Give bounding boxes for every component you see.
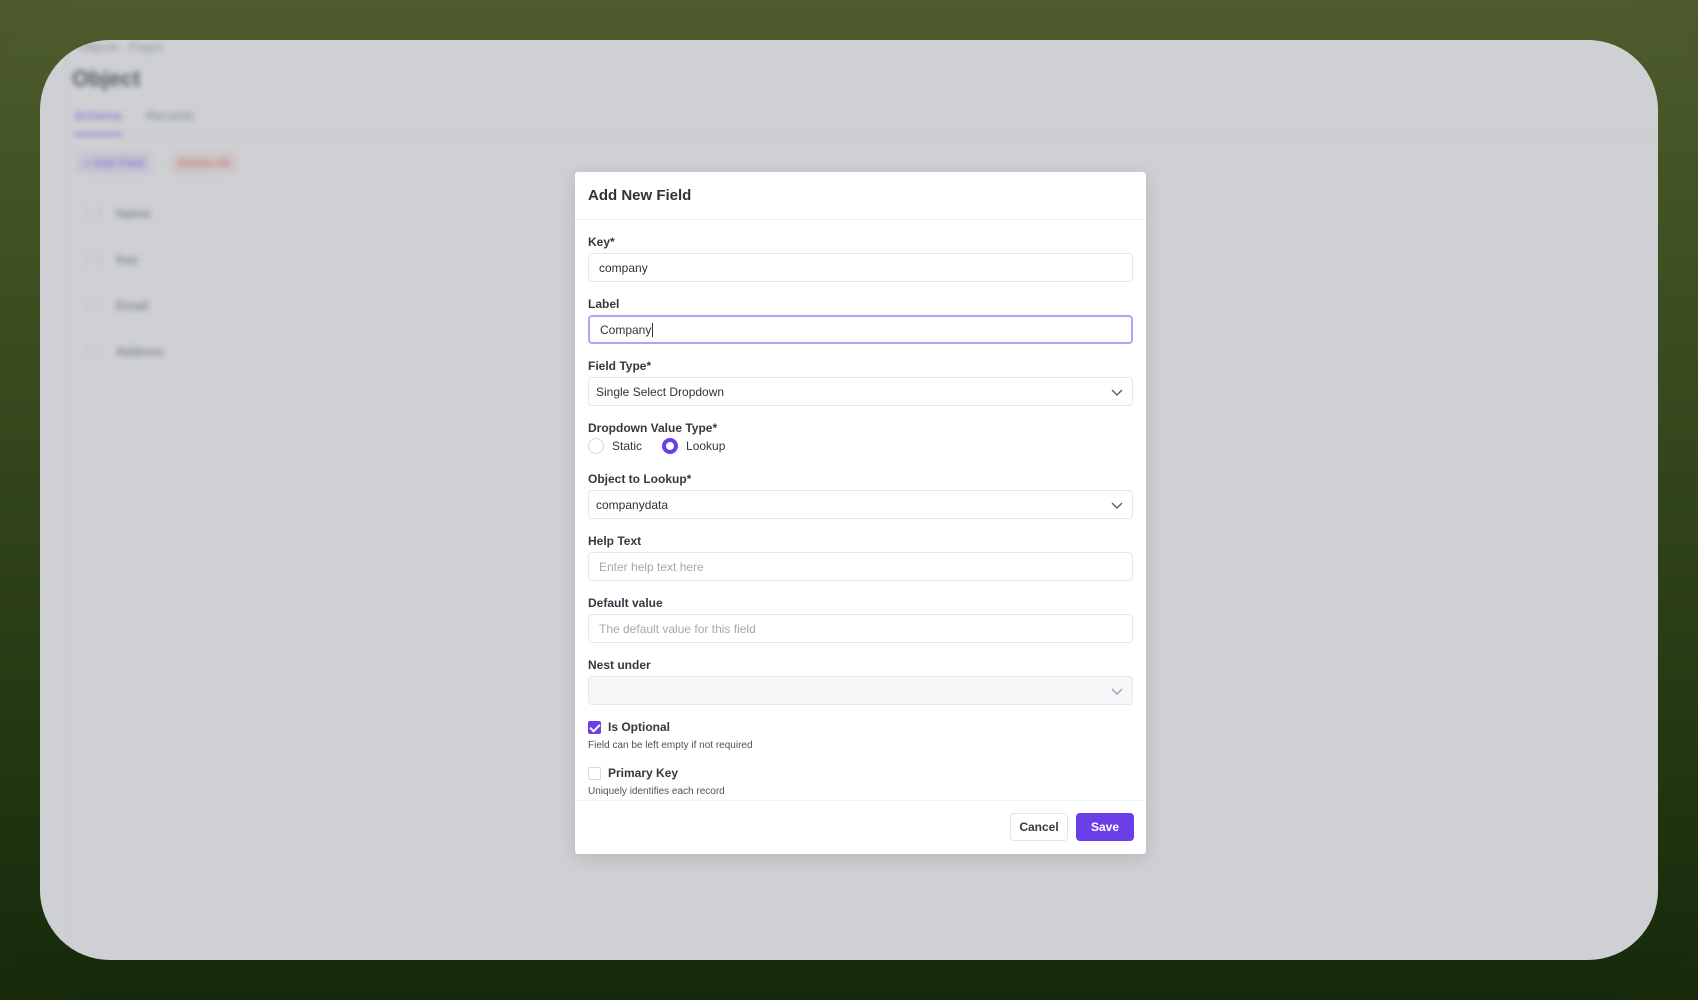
modal-header: Add New Field (575, 172, 1146, 220)
chevron-down-icon (1111, 502, 1123, 509)
chevron-down-icon (1111, 688, 1123, 695)
is-optional-help: Field can be left empty if not required (588, 740, 753, 751)
field-type-label: Field Type* (588, 359, 652, 373)
help-text-input[interactable]: Enter help text here (588, 552, 1133, 581)
cancel-button[interactable]: Cancel (1010, 813, 1068, 841)
object-to-lookup-label: Object to Lookup* (588, 472, 692, 486)
key-label: Key* (588, 235, 615, 249)
primary-key-help: Uniquely identifies each record (588, 786, 725, 797)
modal-footer: Cancel Save (575, 800, 1146, 854)
lookup-radio-label: Lookup (686, 439, 726, 453)
primary-key-row[interactable]: Primary Key (588, 766, 678, 780)
label-label: Label (588, 297, 620, 311)
static-radio-label: Static (612, 439, 643, 453)
help-text-label: Help Text (588, 534, 642, 548)
save-button[interactable]: Save (1076, 813, 1134, 841)
field-type-select[interactable]: Single Select Dropdown (588, 377, 1133, 406)
is-optional-label: Is Optional (608, 720, 671, 734)
default-value-label: Default value (588, 596, 663, 610)
field-type-value: Single Select Dropdown (596, 384, 725, 399)
modal-title: Add New Field (588, 187, 692, 204)
device-frame: Objects · Pages Object Schema Records + … (0, 0, 1698, 1000)
nest-under-select[interactable] (588, 676, 1133, 705)
key-input[interactable]: company (588, 253, 1133, 282)
default-value-input[interactable]: The default value for this field (588, 614, 1133, 643)
is-optional-row[interactable]: Is Optional (588, 720, 670, 734)
help-text-placeholder: Enter help text here (599, 559, 704, 574)
object-to-lookup-value: companydata (596, 497, 669, 512)
screen: Objects · Pages Object Schema Records + … (40, 40, 1658, 960)
nest-under-label: Nest under (588, 658, 651, 672)
label-input[interactable]: Company (588, 315, 1133, 344)
static-radio[interactable] (588, 438, 604, 454)
default-value-placeholder: The default value for this field (599, 621, 756, 636)
primary-key-checkbox[interactable] (588, 766, 601, 780)
text-cursor (652, 322, 654, 337)
lookup-radio[interactable] (662, 438, 679, 454)
dropdown-value-type-radios: Static Lookup (588, 438, 737, 454)
primary-key-label: Primary Key (608, 766, 679, 780)
label-value: Company (600, 322, 652, 337)
dropdown-value-type-label: Dropdown Value Type* (588, 421, 718, 435)
key-value: company (599, 260, 648, 275)
is-optional-checkbox[interactable] (588, 720, 601, 734)
add-field-modal: Add New Field Key* company Label Company… (575, 172, 1146, 854)
chevron-down-icon (1111, 389, 1123, 396)
object-to-lookup-select[interactable]: companydata (588, 490, 1133, 519)
